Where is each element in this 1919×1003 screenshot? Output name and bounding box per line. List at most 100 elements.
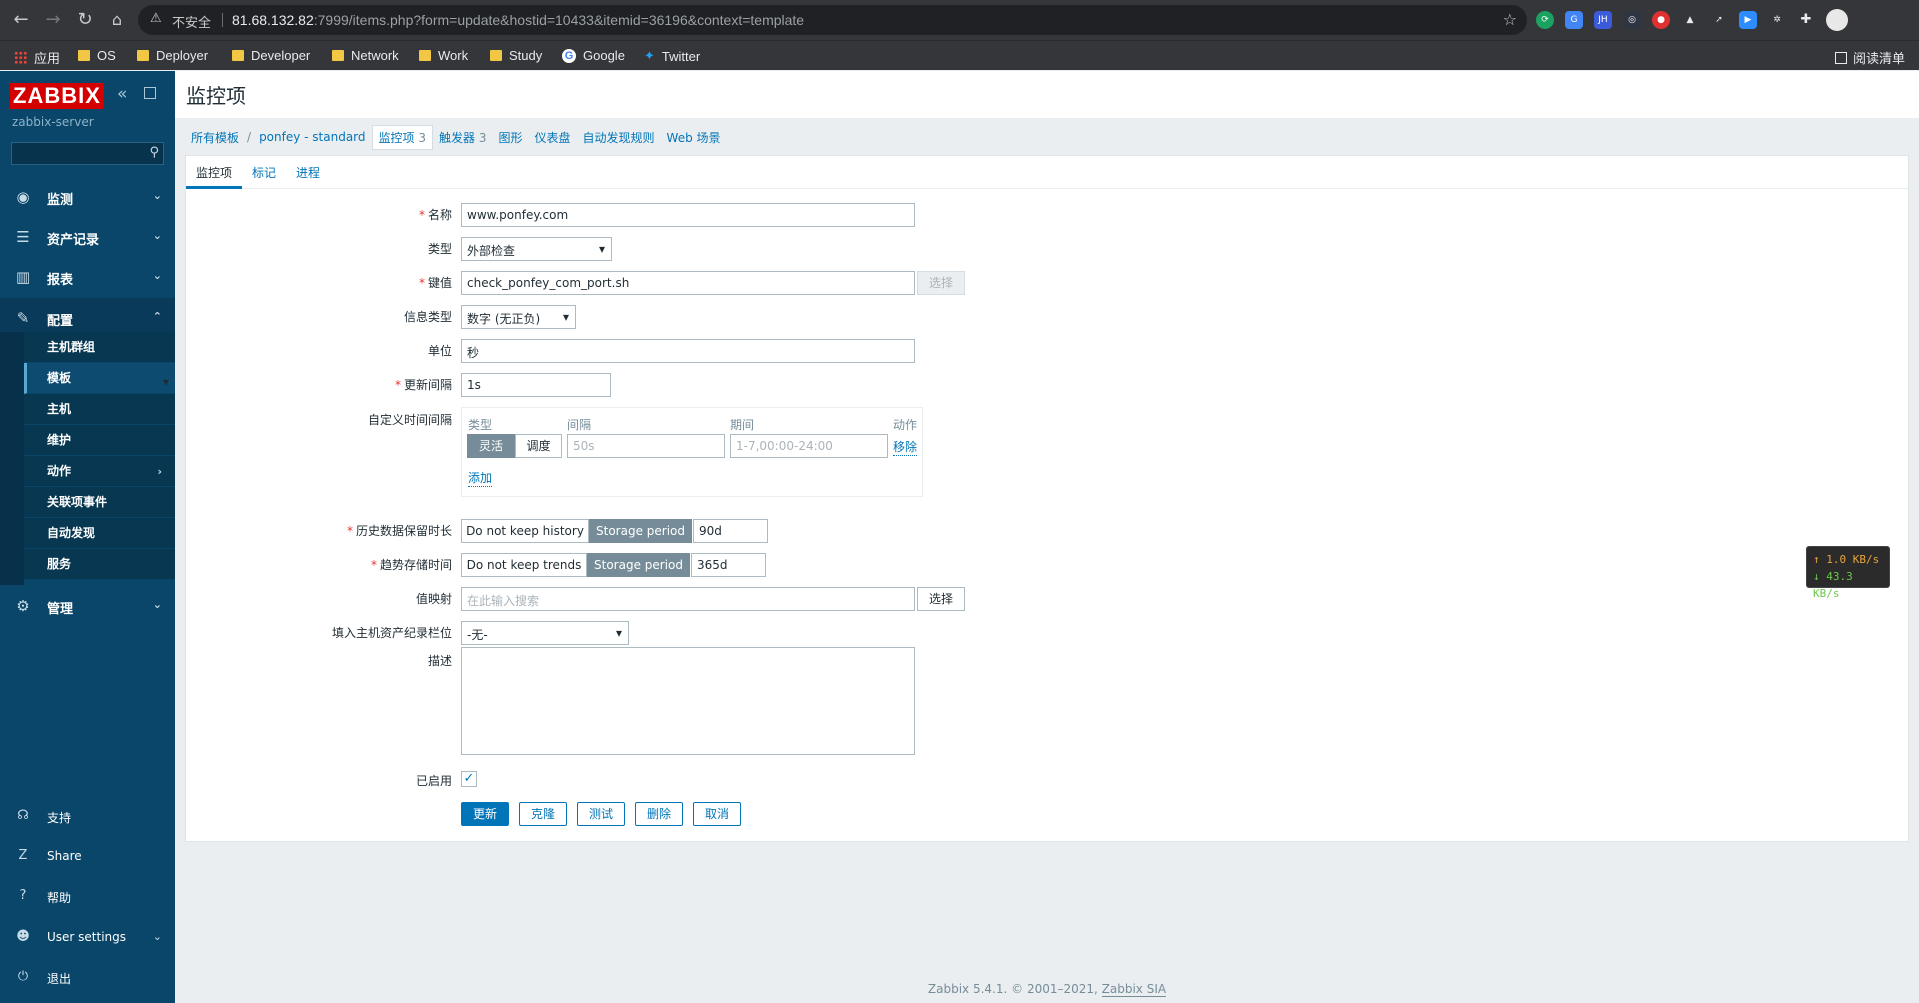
extension-shield-icon[interactable]: ◎: [1623, 11, 1641, 29]
bookmark-network[interactable]: Network: [332, 48, 399, 63]
tab-preprocessing[interactable]: 进程: [286, 156, 330, 189]
profile-avatar[interactable]: [1826, 9, 1848, 31]
menu-support[interactable]: ☊ 支持: [0, 796, 175, 836]
list-icon: ☰: [16, 228, 30, 246]
history-storage-period[interactable]: Storage period: [589, 519, 692, 543]
breadcrumb-label: 监控项: [378, 130, 415, 145]
bookmark-study[interactable]: Study: [490, 48, 542, 63]
bookmark-os[interactable]: OS: [78, 48, 116, 63]
breadcrumb-items[interactable]: 监控项 3: [371, 124, 434, 150]
server-name: zabbix-server: [12, 115, 94, 129]
menu-share[interactable]: Z Share: [0, 836, 175, 876]
info-type-select[interactable]: 数字 (无正负): [461, 305, 576, 329]
submenu-correlation[interactable]: 关联项事件: [24, 487, 175, 518]
menu-user-settings[interactable]: ☻ User settings ⌄: [0, 917, 175, 957]
header-band: [175, 71, 1919, 118]
breadcrumb-graphs[interactable]: 图形: [493, 126, 529, 149]
extension-refresh-icon[interactable]: ⟳: [1536, 11, 1554, 29]
update-interval-input[interactable]: 1s: [461, 373, 611, 397]
menu-help[interactable]: ? 帮助: [0, 876, 175, 916]
search-icon[interactable]: ⚲: [149, 145, 159, 160]
submenu-label: 动作: [47, 464, 72, 478]
extension-gear-icon[interactable]: ✲: [1768, 11, 1786, 29]
custom-interval-input[interactable]: 50s: [567, 434, 725, 458]
address-bar[interactable]: ⚠ 不安全 81.68.132.82:7999/items.php?form=u…: [138, 5, 1527, 35]
extension-translate-icon[interactable]: G: [1565, 11, 1583, 29]
history-label: * 历史数据保留时长: [346, 524, 452, 538]
extension-zoom-icon[interactable]: ▶: [1739, 11, 1757, 29]
extensions-bar: ⟳ G JH ◎ ● ▲ ➚ ▶ ✲ ✚: [1536, 9, 1848, 31]
help-icon: ?: [19, 888, 27, 903]
extension-jh-icon[interactable]: JH: [1594, 11, 1612, 29]
history-input[interactable]: 90d: [693, 519, 768, 543]
bookmark-deployer[interactable]: Deployer: [137, 48, 208, 63]
breadcrumb-template[interactable]: ponfey - standard: [253, 127, 371, 147]
units-input[interactable]: 秒: [461, 339, 915, 363]
zabbix-logo[interactable]: ZABBIX: [10, 83, 104, 109]
url-text[interactable]: 81.68.132.82:7999/items.php?form=update&…: [232, 12, 804, 28]
value-mapping-input[interactable]: 在此输入搜索: [461, 587, 915, 611]
cancel-button[interactable]: 取消: [693, 802, 741, 826]
reload-icon[interactable]: ↻: [74, 9, 96, 31]
submenu-actions[interactable]: 动作 ›: [24, 456, 175, 487]
footer-link[interactable]: Zabbix SIA: [1101, 982, 1167, 997]
tab-item[interactable]: 监控项: [186, 156, 243, 189]
add-interval-link[interactable]: 添加: [468, 469, 493, 487]
share-icon: Z: [18, 848, 28, 863]
bookmark-twitter[interactable]: ✦ Twitter: [644, 48, 700, 64]
description-textarea[interactable]: [461, 647, 915, 755]
tab-tags[interactable]: 标记: [242, 156, 286, 189]
inventory-field-select[interactable]: -无-: [461, 621, 629, 645]
collapse-sidebar-icon[interactable]: «: [117, 84, 127, 104]
history-do-not-keep[interactable]: Do not keep history: [461, 519, 589, 543]
bookmark-developer[interactable]: Developer: [232, 48, 310, 63]
kiosk-mode-icon[interactable]: [144, 87, 156, 99]
breadcrumb: 所有模板 / ponfey - standard 监控项 3 触发器 3 图形 …: [185, 124, 727, 150]
col-interval: 间隔: [567, 418, 592, 432]
remove-interval-link[interactable]: 移除: [893, 438, 918, 456]
back-icon[interactable]: ←: [10, 9, 32, 31]
chevron-right-icon: ›: [157, 465, 162, 478]
enabled-checkbox[interactable]: ✓: [461, 771, 477, 787]
trends-input[interactable]: 365d: [691, 553, 766, 577]
key-input[interactable]: check_ponfey_com_port.sh: [461, 271, 915, 295]
bookmark-google[interactable]: G Google: [562, 48, 625, 63]
trends-storage-period[interactable]: Storage period: [587, 553, 690, 577]
trends-do-not-keep[interactable]: Do not keep trends: [461, 553, 587, 577]
breadcrumb-all-templates[interactable]: 所有模板: [185, 126, 245, 149]
test-button[interactable]: 测试: [577, 802, 625, 826]
bookmark-star-icon[interactable]: ☆: [1503, 10, 1517, 29]
extension-mountain-icon[interactable]: ▲: [1681, 11, 1699, 29]
breadcrumb-discovery[interactable]: 自动发现规则: [577, 126, 661, 149]
clone-button[interactable]: 克隆: [519, 802, 567, 826]
key-label: * 键值: [418, 276, 452, 290]
scheduling-toggle[interactable]: 调度: [515, 434, 562, 458]
bookmark-apps[interactable]: 应用: [14, 48, 60, 67]
bookmarks-bar: 应用 OS Deployer Developer Network Work St…: [0, 40, 1919, 70]
value-mapping-label: 值映射: [415, 592, 452, 606]
flexible-toggle[interactable]: 灵活: [467, 434, 515, 458]
delete-button[interactable]: 删除: [635, 802, 683, 826]
forward-icon[interactable]: →: [42, 9, 64, 31]
value-mapping-select-button[interactable]: 选择: [917, 587, 965, 611]
custom-period-input[interactable]: 1-7,00:00-24:00: [730, 434, 888, 458]
update-button[interactable]: 更新: [461, 802, 509, 826]
reading-list-button[interactable]: 阅读清单: [1834, 48, 1905, 67]
configuration-submenu: 主机群组 模板 主机 维护 动作› 关联项事件 自动发现 服务: [24, 332, 175, 580]
menu-sign-out[interactable]: ⏻ 退出: [0, 957, 175, 997]
folder-icon: [332, 50, 344, 61]
extensions-puzzle-icon[interactable]: ✚: [1797, 11, 1815, 29]
breadcrumb-dashboards[interactable]: 仪表盘: [529, 126, 577, 149]
name-input[interactable]: www.ponfey.com: [461, 203, 915, 227]
extension-red-icon[interactable]: ●: [1652, 11, 1670, 29]
home-icon[interactable]: ⌂: [106, 9, 128, 31]
key-select-button[interactable]: 选择: [917, 271, 965, 295]
sidebar-search-input[interactable]: ⚲: [11, 142, 164, 165]
extension-cursor-icon[interactable]: ➚: [1710, 11, 1728, 29]
breadcrumb-web[interactable]: Web 场景: [661, 126, 727, 149]
breadcrumb-triggers[interactable]: 触发器 3: [433, 126, 492, 149]
bookmark-work[interactable]: Work: [419, 48, 468, 63]
custom-intervals-table: 类型 间隔 期间 动作 灵活 调度 50s 1-7,00:00-24:00 移除…: [461, 407, 923, 497]
submenu-maintenance[interactable]: 维护: [24, 425, 175, 456]
type-select[interactable]: 外部检查: [461, 237, 612, 261]
